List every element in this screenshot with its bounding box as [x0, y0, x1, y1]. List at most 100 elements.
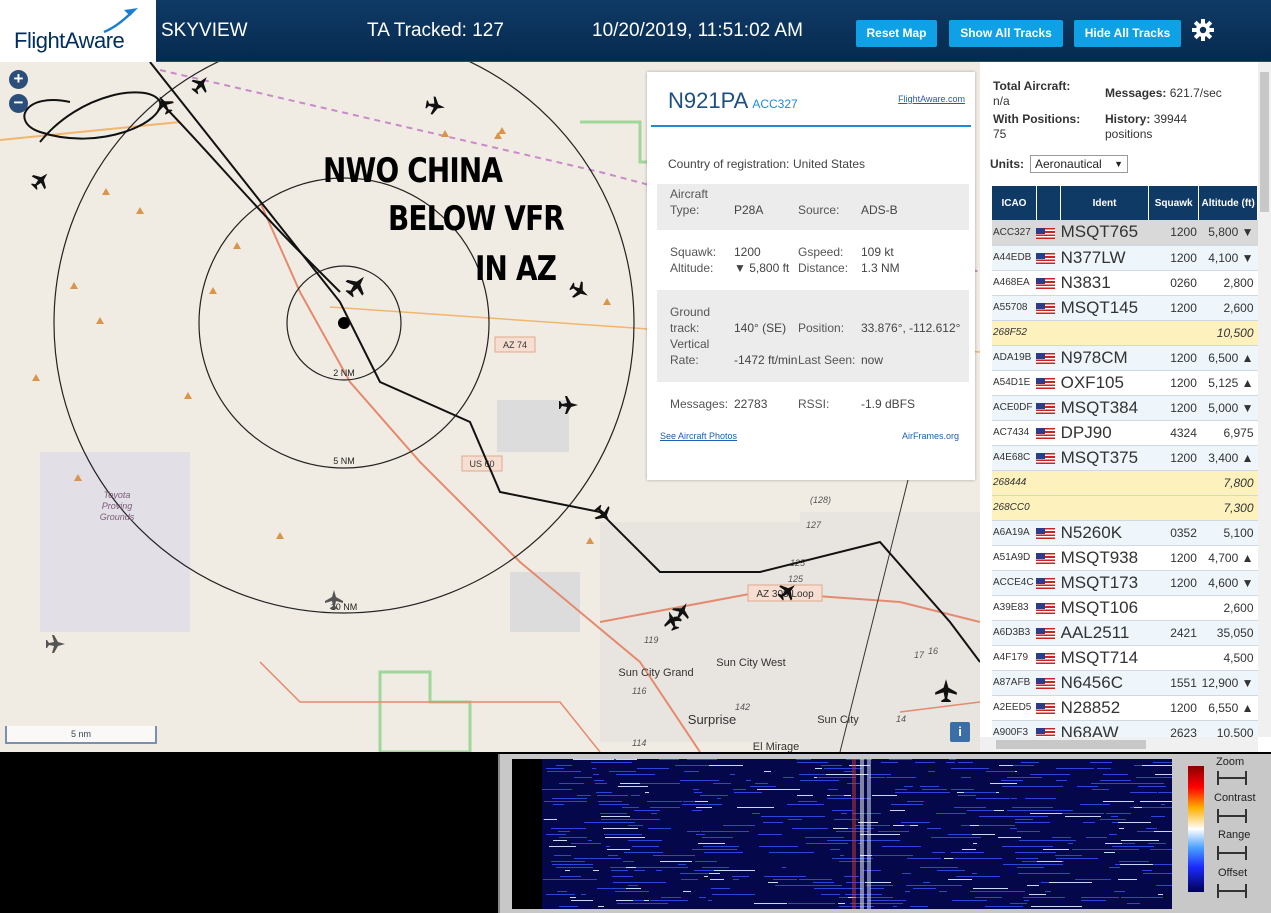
waterfall-streak	[990, 783, 1017, 784]
waterfall-streak	[712, 894, 733, 895]
range-slider[interactable]	[1217, 846, 1247, 860]
icao-cell: ACCE4C	[992, 570, 1037, 596]
sidebar-horizontal-scrollbar[interactable]	[980, 737, 1258, 752]
table-row[interactable]: A468EA N3831 0260 2,800	[992, 270, 1258, 296]
waterfall-streak	[976, 798, 1010, 799]
waterfall-streak	[882, 846, 921, 847]
icao-cell: A6D3B3	[992, 620, 1037, 646]
airframes-link[interactable]: AirFrames.org	[902, 428, 959, 444]
flightaware-logo[interactable]: FlightAware	[0, 0, 156, 62]
waterfall-streak	[878, 831, 909, 832]
units-select[interactable]: Aeronautical ▼	[1030, 155, 1128, 173]
table-row[interactable]: ADA19B N978CM 1200 6,500 ▲	[992, 345, 1258, 371]
us-flag-icon	[1036, 552, 1056, 564]
squawk-cell	[1148, 470, 1199, 496]
us-flag-icon	[1036, 702, 1056, 714]
waterfall-streak	[610, 867, 626, 868]
aircraft-table: ICAO Ident Squawk Altitude (ft) ACC327 MS…	[992, 186, 1258, 746]
waterfall-streak	[1128, 783, 1164, 784]
waterfall-streak	[650, 900, 688, 901]
table-row[interactable]: 268F52 10,500	[992, 320, 1258, 346]
place-label: Grounds	[100, 512, 135, 522]
total-aircraft: Total Aircraft: n/a	[993, 79, 1071, 108]
contrast-slider[interactable]	[1217, 809, 1247, 823]
table-row[interactable]: A54D1E OXF105 1200 5,125 ▲	[992, 370, 1258, 396]
squawk-cell: 1200	[1148, 220, 1199, 246]
aircraft-photos-link[interactable]: See Aircraft Photos	[660, 428, 737, 444]
waterfall-streak	[687, 759, 717, 760]
waterfall-streak	[860, 834, 900, 835]
table-row[interactable]: A39E83 MSQT106 2,600	[992, 595, 1258, 621]
waterfall-streak	[1062, 813, 1104, 814]
col-flag[interactable]	[1036, 186, 1062, 220]
zoom-slider[interactable]	[1217, 771, 1247, 785]
table-row[interactable]: A55708 MSQT145 1200 2,600	[992, 295, 1258, 321]
scroll-thumb[interactable]	[1260, 72, 1269, 212]
map-info-button[interactable]: i	[950, 722, 970, 742]
scroll-thumb[interactable]	[996, 740, 1146, 749]
waterfall-carrier	[860, 759, 864, 909]
ident-cell	[1060, 470, 1149, 496]
col-squawk[interactable]: Squawk	[1148, 186, 1200, 220]
zoom-out-button[interactable]: −	[9, 94, 28, 113]
flag-cell	[1036, 220, 1061, 246]
waterfall-streak	[645, 792, 649, 793]
waterfall-streak	[973, 876, 993, 877]
col-ident[interactable]: Ident	[1060, 186, 1149, 220]
table-row[interactable]: 268CC0 7,300	[992, 495, 1258, 521]
waterfall-streak	[1017, 867, 1044, 868]
waterfall-streak	[890, 810, 905, 811]
table-row[interactable]: A51A9D MSQT938 1200 4,700 ▲	[992, 545, 1258, 571]
waterfall-streak	[573, 759, 614, 760]
table-row[interactable]: A44EDB N377LW 1200 4,100 ▼	[992, 245, 1258, 271]
flightaware-link[interactable]: FlightAware.com	[898, 94, 965, 104]
col-icao[interactable]: ICAO	[992, 186, 1037, 220]
table-row[interactable]: A6A19A N5260K 0352 5,100	[992, 520, 1258, 546]
altitude-cell: 4,500	[1198, 645, 1258, 671]
waterfall-streak	[687, 831, 700, 832]
altitude-cell: 5,000 ▼	[1198, 395, 1258, 421]
waterfall-streak	[725, 849, 737, 850]
gear-icon[interactable]	[1191, 18, 1215, 42]
table-row[interactable]: ACC327 MSQT765 1200 5,800 ▼	[992, 220, 1258, 246]
map-view[interactable]: 2 NM 5 NM 10 NM AZ 74 US 60 AZ 303 Loop …	[0, 62, 980, 752]
waterfall-streak	[1019, 840, 1048, 841]
table-row[interactable]: A2EED5 N28852 1200 6,550 ▲	[992, 695, 1258, 721]
table-row[interactable]: A4F179 MSQT714 4,500	[992, 645, 1258, 671]
sidebar-vertical-scrollbar[interactable]	[1258, 62, 1271, 737]
waterfall-streak	[704, 876, 708, 877]
waterfall-streak	[922, 789, 947, 790]
waterfall-streak	[833, 828, 848, 829]
table-row[interactable]: A4E68C MSQT375 1200 3,400 ▲	[992, 445, 1258, 471]
show-all-tracks-button[interactable]: Show All Tracks	[949, 20, 1063, 47]
waterfall-streak	[1153, 762, 1172, 763]
table-row[interactable]: A6D3B3 AAL2511 2421 35,050	[992, 620, 1258, 646]
route-number: 16	[928, 646, 938, 656]
waterfall-streak	[1017, 831, 1040, 832]
zoom-in-button[interactable]: +	[9, 70, 28, 89]
waterfall-streak	[577, 795, 591, 796]
table-row[interactable]: ACE0DF MSQT384 1200 5,000 ▼	[992, 395, 1258, 421]
waterfall-streak	[799, 774, 822, 775]
waterfall-streak	[637, 768, 669, 769]
waterfall-streak	[564, 864, 593, 865]
altitude-cell: 7,800	[1198, 470, 1258, 496]
table-row[interactable]: 268444 7,800	[992, 470, 1258, 496]
col-altitude[interactable]: Altitude (ft)	[1198, 186, 1258, 220]
table-row[interactable]: ACCE4C MSQT173 1200 4,600 ▼	[992, 570, 1258, 596]
offset-slider[interactable]	[1217, 884, 1247, 898]
waterfall-streak	[543, 879, 563, 880]
waterfall-streak	[714, 870, 755, 871]
waterfall-streak	[768, 882, 778, 883]
ident-cell: DPJ90	[1060, 420, 1149, 446]
position-label: Position:	[798, 321, 845, 335]
waterfall-streak	[695, 801, 708, 802]
flag-cell	[1036, 620, 1061, 646]
reset-map-button[interactable]: Reset Map	[856, 20, 937, 47]
ident-cell: N6456C	[1060, 670, 1149, 696]
waterfall-streak	[560, 876, 581, 877]
table-row[interactable]: AC7434 DPJ90 4324 6,975	[992, 420, 1258, 446]
hide-all-tracks-button[interactable]: Hide All Tracks	[1074, 20, 1181, 47]
table-row[interactable]: A87AFB N6456C 1551 12,900 ▼	[992, 670, 1258, 696]
waterfall-streak	[574, 777, 592, 778]
